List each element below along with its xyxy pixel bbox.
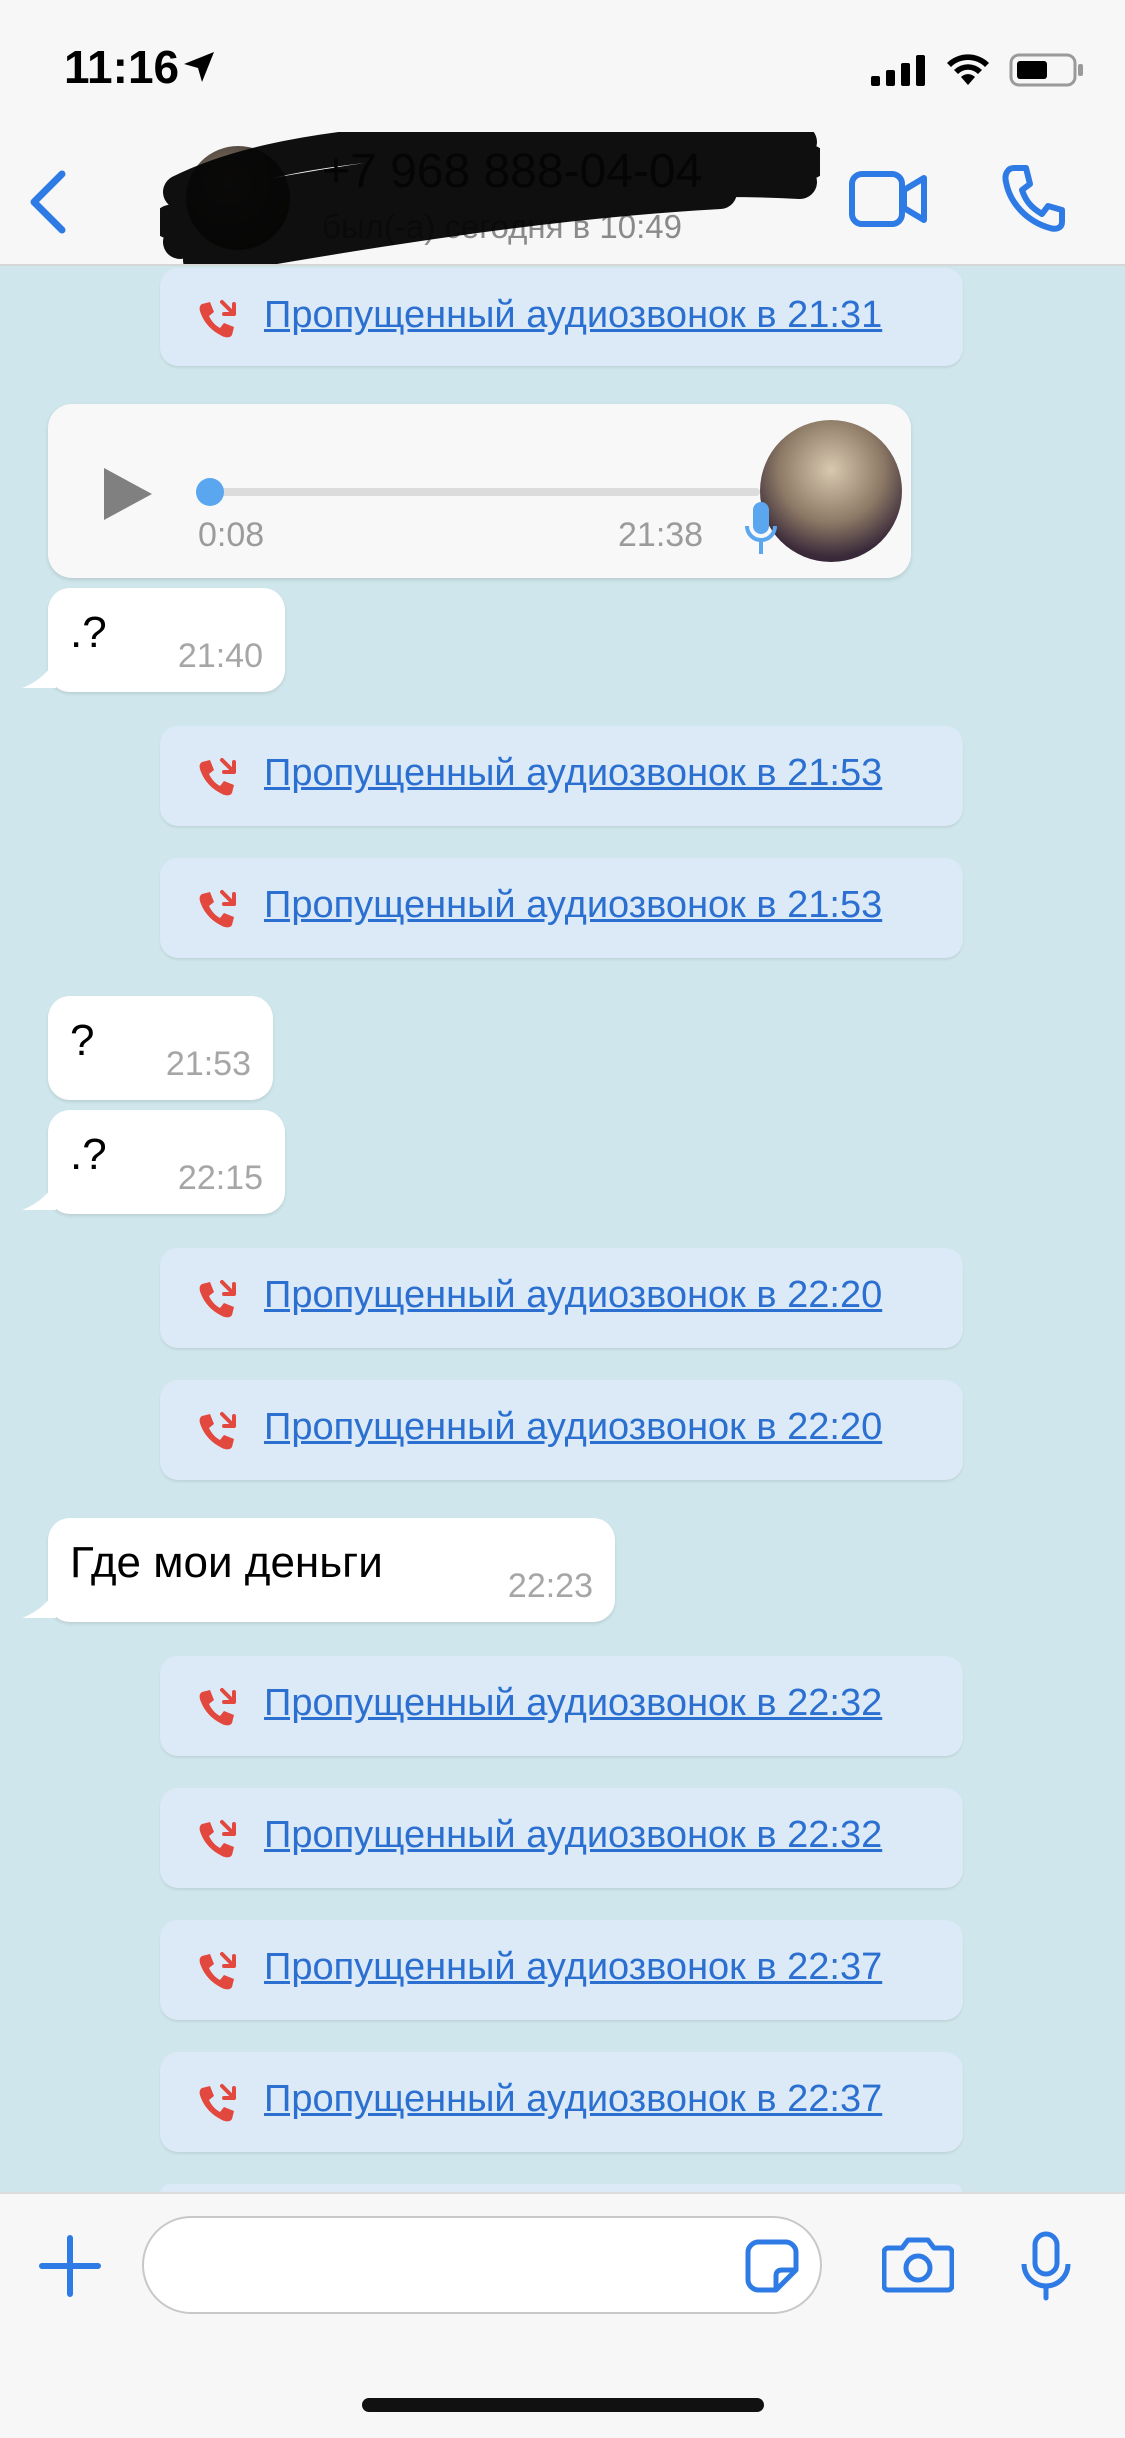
wifi-icon (947, 54, 989, 85)
message-text: Где мои деньги (70, 1538, 383, 1587)
status-time: 11:16 (64, 41, 180, 93)
contact-avatar[interactable] (186, 146, 290, 250)
contact-status: был(-а) сегодня в 10:49 (322, 208, 682, 245)
cellular-signal-icon (871, 55, 925, 86)
missed-call-icon (199, 300, 236, 338)
missed-call-text[interactable]: Пропущенный аудиозвонок в 22:37 (264, 2078, 882, 2121)
missed-call-bubble[interactable]: Пропущенный аудиозвонок в 22:20 (160, 1380, 963, 1480)
voice-duration: 0:08 (198, 516, 265, 554)
incoming-message[interactable]: Где мои деньги 22:23 (48, 1518, 615, 1622)
missed-call-icon (199, 1412, 236, 1450)
missed-call-text[interactable]: Пропущенный аудиозвонок в 22:32 (264, 1682, 882, 1725)
missed-call-text[interactable]: Пропущенный аудиозвонок в 21:53 (264, 752, 882, 795)
message-time: 21:53 (165, 1045, 251, 1083)
missed-call-icon (199, 1820, 236, 1858)
message-time: 21:40 (177, 637, 263, 675)
missed-call-icon (199, 1952, 236, 1990)
missed-call-text[interactable]: Пропущенный аудиозвонок в 21:31 (264, 294, 882, 337)
message-time: 22:15 (177, 1159, 263, 1197)
microphone-icon[interactable] (1018, 2230, 1074, 2302)
missed-call-bubble[interactable]: Пропущенный аудиозвонок в 22:37 (160, 2052, 963, 2152)
voice-progress-knob[interactable] (196, 478, 224, 506)
missed-call-icon (199, 758, 236, 796)
home-indicator[interactable] (362, 2398, 764, 2412)
message-text: ? (70, 1016, 95, 1065)
missed-call-icon (199, 1280, 236, 1318)
incoming-message[interactable]: ? 21:53 (48, 996, 273, 1100)
play-icon[interactable] (100, 464, 156, 524)
voice-sender-avatar (760, 420, 902, 562)
missed-call-bubble[interactable]: Пропущенный аудиозвонок в 22:32 (160, 1656, 963, 1756)
voice-progress-track[interactable] (198, 488, 760, 496)
message-input[interactable] (142, 2216, 822, 2314)
location-arrow-icon (184, 52, 214, 82)
missed-call-bubble[interactable]: Пропущенный аудиозвонок в 22:37 (160, 1920, 963, 2020)
chat-header: +7 968 888-04-04 был(-а) сегодня в 10:49 (0, 132, 1125, 266)
missed-call-bubble[interactable]: Пропущенный аудиозвонок в 21:53 (160, 726, 963, 826)
missed-call-bubble[interactable]: Пропущенный аудиозвонок в 22:20 (160, 1248, 963, 1348)
microphone-icon (745, 502, 777, 554)
missed-call-icon (199, 1688, 236, 1726)
missed-call-text[interactable]: Пропущенный аудиозвонок в 22:37 (264, 1946, 882, 1989)
missed-call-icon (199, 2084, 236, 2122)
missed-call-bubble[interactable]: Пропущенный аудиозвонок в 22:32 (160, 1788, 963, 1888)
camera-icon[interactable] (882, 2234, 954, 2294)
incoming-message[interactable]: .? 21:40 (48, 588, 285, 692)
contact-name[interactable]: +7 968 888-04-04 (322, 144, 702, 199)
missed-call-text[interactable]: Пропущенный аудиозвонок в 22:32 (264, 1814, 882, 1857)
missed-call-bubble[interactable]: Пропущенный аудиозвонок в 21:53 (160, 858, 963, 958)
bubble-tail (22, 1590, 56, 1618)
missed-call-text[interactable]: Пропущенный аудиозвонок в 22:20 (264, 1274, 882, 1317)
voice-message-bubble: 0:08 21:38 (48, 404, 911, 578)
plus-icon[interactable] (38, 2234, 102, 2298)
missed-call-bubble[interactable]: Пропущенный аудиозвонок в 21:31 (160, 268, 963, 366)
status-indicators (871, 52, 1085, 88)
video-camera-icon[interactable] (848, 168, 928, 230)
message-time: 21:38 (618, 516, 704, 554)
status-bar: 11:16 (0, 0, 1125, 132)
chevron-left-icon[interactable] (20, 162, 80, 242)
phone-icon[interactable] (1000, 162, 1068, 234)
message-text: .? (70, 1130, 107, 1179)
bubble-tail (22, 660, 56, 688)
message-time: 22:23 (507, 1567, 593, 1605)
message-text: .? (70, 608, 107, 657)
battery-icon (1009, 53, 1083, 87)
incoming-message[interactable]: .? 22:15 (48, 1110, 285, 1214)
missed-call-text[interactable]: Пропущенный аудиозвонок в 22:20 (264, 1406, 882, 1449)
bubble-tail (22, 1182, 56, 1210)
missed-call-text[interactable]: Пропущенный аудиозвонок в 21:53 (264, 884, 882, 927)
sticker-icon[interactable] (744, 2238, 800, 2294)
missed-call-icon (199, 890, 236, 928)
